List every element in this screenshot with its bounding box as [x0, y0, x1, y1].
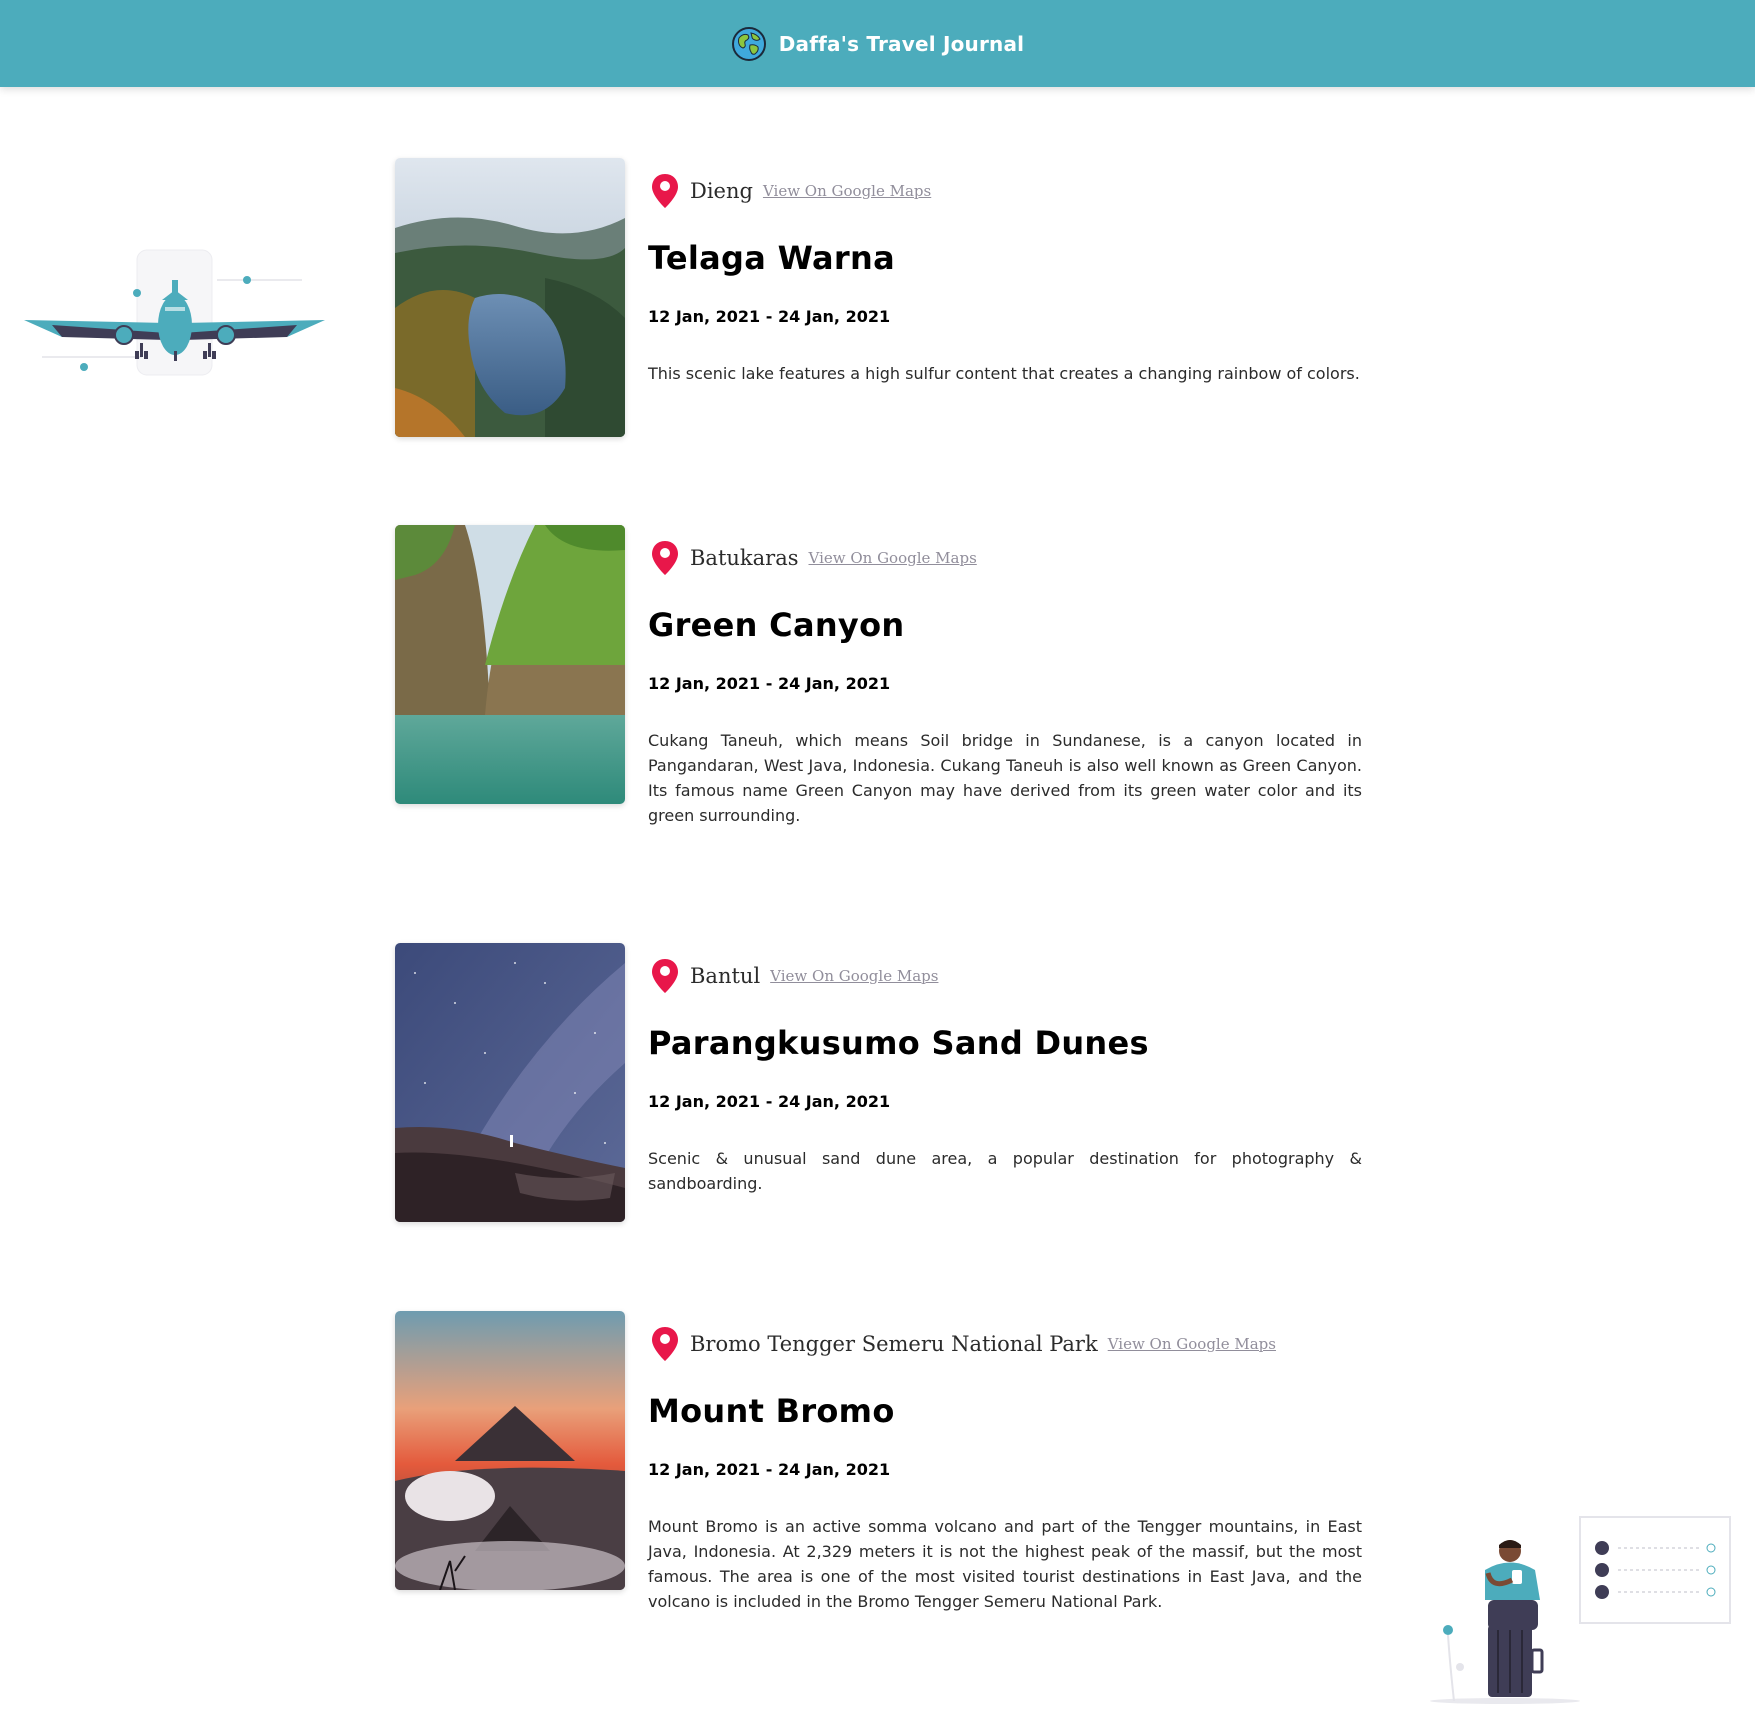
google-maps-link[interactable]: View On Google Maps [770, 967, 938, 985]
google-maps-link[interactable]: View On Google Maps [809, 549, 977, 567]
lake-photo [395, 158, 625, 437]
location-name: Bromo Tengger Semeru National Park [690, 1332, 1098, 1356]
location-pin-icon [652, 1327, 678, 1361]
entry-dates: 12 Jan, 2021 - 24 Jan, 2021 [648, 1460, 891, 1479]
volcano-photo [395, 1311, 625, 1590]
app-title: Daffa's Travel Journal [778, 31, 1025, 56]
location-pin-icon [652, 174, 678, 208]
dunes-photo [395, 943, 625, 1222]
entry-dates: 12 Jan, 2021 - 24 Jan, 2021 [648, 1092, 891, 1111]
entry-photo-green-canyon [395, 525, 625, 804]
entry-photo-mount-bromo [395, 1311, 625, 1590]
entry-description: Scenic & unusual sand dune area, a popul… [648, 1149, 1362, 1193]
location-name: Dieng [690, 179, 753, 203]
entry-title: Mount Bromo [648, 1392, 895, 1430]
entry-title: Green Canyon [648, 606, 905, 644]
location-pin-icon [652, 959, 678, 993]
airplane-illustration [24, 249, 325, 376]
entry-body: Bantul View On Google Maps Parangkusumo … [648, 943, 1362, 1196]
location-row: Batukaras View On Google Maps [648, 538, 1362, 578]
entry-title: Parangkusumo Sand Dunes [648, 1024, 1149, 1062]
location-row: Bromo Tengger Semeru National Park View … [648, 1324, 1362, 1364]
entry-description: This scenic lake features a high sulfur … [648, 364, 1360, 383]
entry-body: Batukaras View On Google Maps Green Cany… [648, 525, 1362, 828]
location-pin-icon [652, 541, 678, 575]
entry-body: Dieng View On Google Maps Telaga Warna 1… [648, 158, 1362, 386]
location-name: Batukaras [690, 546, 799, 570]
entry-photo-telaga-warna [395, 158, 625, 437]
entry-description: Cukang Taneuh, which means Soil bridge i… [648, 731, 1362, 825]
brand[interactable]: Daffa's Travel Journal [731, 26, 1024, 62]
location-row: Bantul View On Google Maps [648, 956, 1362, 996]
top-navbar: Daffa's Travel Journal [0, 0, 1755, 87]
traveler-illustration [1430, 1516, 1731, 1704]
canyon-photo [395, 525, 625, 804]
entry-title: Telaga Warna [648, 239, 895, 277]
google-maps-link[interactable]: View On Google Maps [763, 182, 931, 200]
location-row: Dieng View On Google Maps [648, 171, 1362, 211]
entry-body: Bromo Tengger Semeru National Park View … [648, 1311, 1362, 1614]
globe-icon [731, 26, 766, 61]
entry-photo-sand-dunes [395, 943, 625, 1222]
entry-description: Mount Bromo is an active somma volcano a… [648, 1517, 1362, 1611]
location-name: Bantul [690, 964, 761, 988]
entry-dates: 12 Jan, 2021 - 24 Jan, 2021 [648, 307, 891, 326]
google-maps-link[interactable]: View On Google Maps [1108, 1335, 1276, 1353]
entry-dates: 12 Jan, 2021 - 24 Jan, 2021 [648, 674, 891, 693]
